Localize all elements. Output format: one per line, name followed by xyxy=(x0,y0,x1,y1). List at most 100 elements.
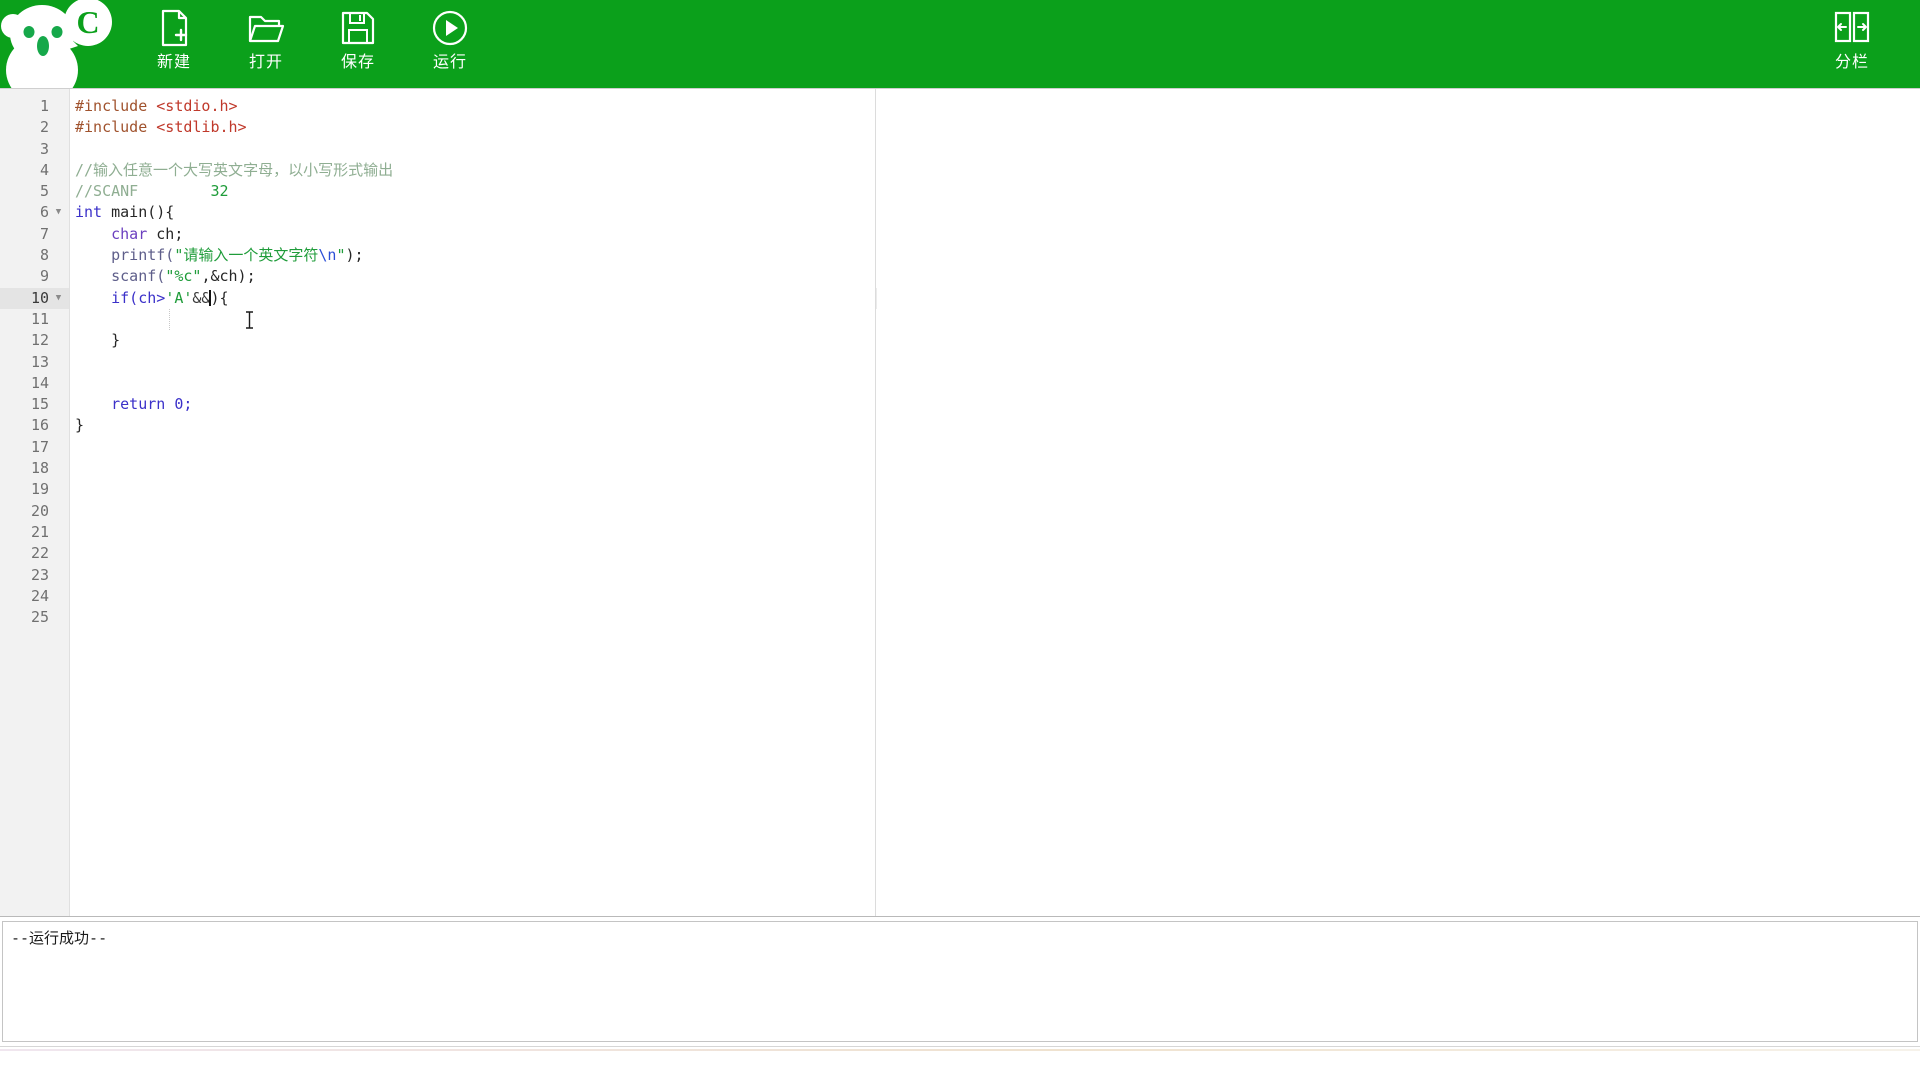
code-line-24[interactable] xyxy=(71,586,875,607)
code-line-16[interactable]: } xyxy=(71,415,875,436)
line-number: 7 xyxy=(39,224,49,243)
token-comment: //SCANF xyxy=(75,182,139,201)
line-number: 13 xyxy=(30,352,49,371)
line-number: 4 xyxy=(39,160,49,179)
token-function: scanf( xyxy=(111,267,166,286)
status-accent-stripe xyxy=(0,1049,1920,1051)
code-line-3[interactable] xyxy=(71,139,875,160)
play-run-icon xyxy=(430,8,470,48)
line-number: 2 xyxy=(39,118,49,137)
code-line-1[interactable]: #include <stdio.h> xyxy=(71,96,875,117)
token-brace: } xyxy=(111,331,121,350)
code-line-13[interactable] xyxy=(71,352,875,373)
token-preprocessor: #include xyxy=(75,118,148,137)
code-line-17[interactable] xyxy=(71,437,875,458)
line-number-gutter: 1 2 3 4 5 6 ▼ 7 8 9 10 ▼ 11 12 13 14 15 … xyxy=(0,89,70,916)
token-header: <stdio.h> xyxy=(147,97,238,115)
token-keyword: int xyxy=(75,203,103,222)
run-button[interactable]: 运行 xyxy=(404,0,496,88)
line-number: 17 xyxy=(30,437,49,456)
code-line-19[interactable] xyxy=(71,479,875,500)
token-operator-and: && xyxy=(192,288,211,307)
save-button-label: 保存 xyxy=(340,54,375,71)
split-pane-icon xyxy=(1832,8,1872,48)
token-string: "请输入一个英文字符 xyxy=(174,246,319,265)
code-line-5[interactable]: //SCANF 32 xyxy=(71,181,875,202)
split-pane-button[interactable]: 分栏 xyxy=(1806,0,1898,88)
line-number: 14 xyxy=(30,373,49,392)
token-function: printf( xyxy=(111,246,175,265)
code-line-23[interactable] xyxy=(71,565,875,586)
token-string: "%c" xyxy=(165,267,202,286)
fold-toggle-icon[interactable]: ▼ xyxy=(52,202,65,223)
token-char-literal: 'A' xyxy=(165,288,193,307)
line-number-list: 1 2 3 4 5 6 ▼ 7 8 9 10 ▼ 11 12 13 14 15 … xyxy=(0,89,69,628)
fold-toggle-icon[interactable]: ▼ xyxy=(52,288,65,309)
code-line-4[interactable]: //输入任意一个大写英文字母，以小写形式输出 xyxy=(71,160,875,181)
code-line-15[interactable]: return 0; xyxy=(71,394,875,415)
code-line-11[interactable] xyxy=(71,308,875,331)
token-number: 32 xyxy=(210,182,229,201)
output-console[interactable]: --运行成功-- xyxy=(2,921,1918,1042)
new-file-icon xyxy=(154,8,194,48)
token-plain: ){ xyxy=(210,288,229,307)
editor-pane-left[interactable]: 1 2 3 4 5 6 ▼ 7 8 9 10 ▼ 11 12 13 14 15 … xyxy=(0,89,876,916)
editor-pane-right[interactable] xyxy=(877,89,1920,916)
line-number: 20 xyxy=(30,501,49,520)
code-line-25[interactable] xyxy=(71,607,875,628)
token-keyword-return: return xyxy=(111,395,166,414)
line-number: 23 xyxy=(30,565,49,584)
line-number: 8 xyxy=(39,246,49,265)
token-keyword: char xyxy=(111,224,148,243)
line-number: 21 xyxy=(30,522,49,541)
code-line-2[interactable]: #include <stdlib.h> xyxy=(71,117,875,138)
line-number: 11 xyxy=(30,309,49,328)
save-button[interactable]: 保存 xyxy=(312,0,404,88)
output-message: --运行成功-- xyxy=(11,929,108,947)
code-line-12[interactable]: } xyxy=(71,330,875,351)
line-number: 6 ▼ xyxy=(0,202,69,223)
line-number-text: 10 xyxy=(30,288,49,307)
code-line-18[interactable] xyxy=(71,458,875,479)
code-line-22[interactable] xyxy=(71,543,875,564)
split-pane-button-container: 分栏 xyxy=(1806,0,1898,88)
line-number: 25 xyxy=(30,608,49,627)
split-pane-button-label: 分栏 xyxy=(1834,54,1869,71)
token-plain: ch; xyxy=(147,224,184,243)
token-escape: \n xyxy=(318,246,337,265)
line-number: 12 xyxy=(30,331,49,350)
code-line-21[interactable] xyxy=(71,522,875,543)
code-line-20[interactable] xyxy=(71,501,875,522)
code-line-8[interactable]: printf("请输入一个英文字符\n"); xyxy=(71,245,875,266)
open-folder-icon xyxy=(246,8,286,48)
line-number: 19 xyxy=(30,480,49,499)
code-line-9[interactable]: scanf("%c",&ch); xyxy=(71,266,875,287)
code-line-6[interactable]: int main(){ xyxy=(71,202,875,223)
code-line-10[interactable]: if(ch>'A'&&){ xyxy=(71,288,875,329)
main-toolbar: C 新建 打开 保存 运行 分栏 xyxy=(0,0,1920,88)
token-plain: main(){ xyxy=(102,203,175,222)
new-button[interactable]: 新建 xyxy=(128,0,220,88)
open-button[interactable]: 打开 xyxy=(220,0,312,88)
output-panel: --运行成功-- xyxy=(0,916,1920,1046)
indent-guide xyxy=(169,308,171,331)
app-logo-icon: C xyxy=(0,0,118,88)
status-bar xyxy=(0,1046,1920,1078)
line-number: 9 xyxy=(39,267,49,286)
token-brace: } xyxy=(75,416,85,435)
open-button-label: 打开 xyxy=(248,54,283,71)
svg-text:C: C xyxy=(76,4,99,40)
line-number: 18 xyxy=(30,459,49,478)
code-text-area[interactable]: #include <stdio.h> #include <stdlib.h> /… xyxy=(71,89,875,916)
code-line-14[interactable] xyxy=(71,373,875,394)
run-button-label: 运行 xyxy=(432,54,467,71)
code-line-7[interactable]: char ch; xyxy=(71,224,875,245)
toolbar-button-group: 新建 打开 保存 运行 xyxy=(128,0,496,88)
token-comment: //输入任意一个大写英文字母，以小写形式输出 xyxy=(75,160,394,179)
line-number: 22 xyxy=(30,544,49,563)
